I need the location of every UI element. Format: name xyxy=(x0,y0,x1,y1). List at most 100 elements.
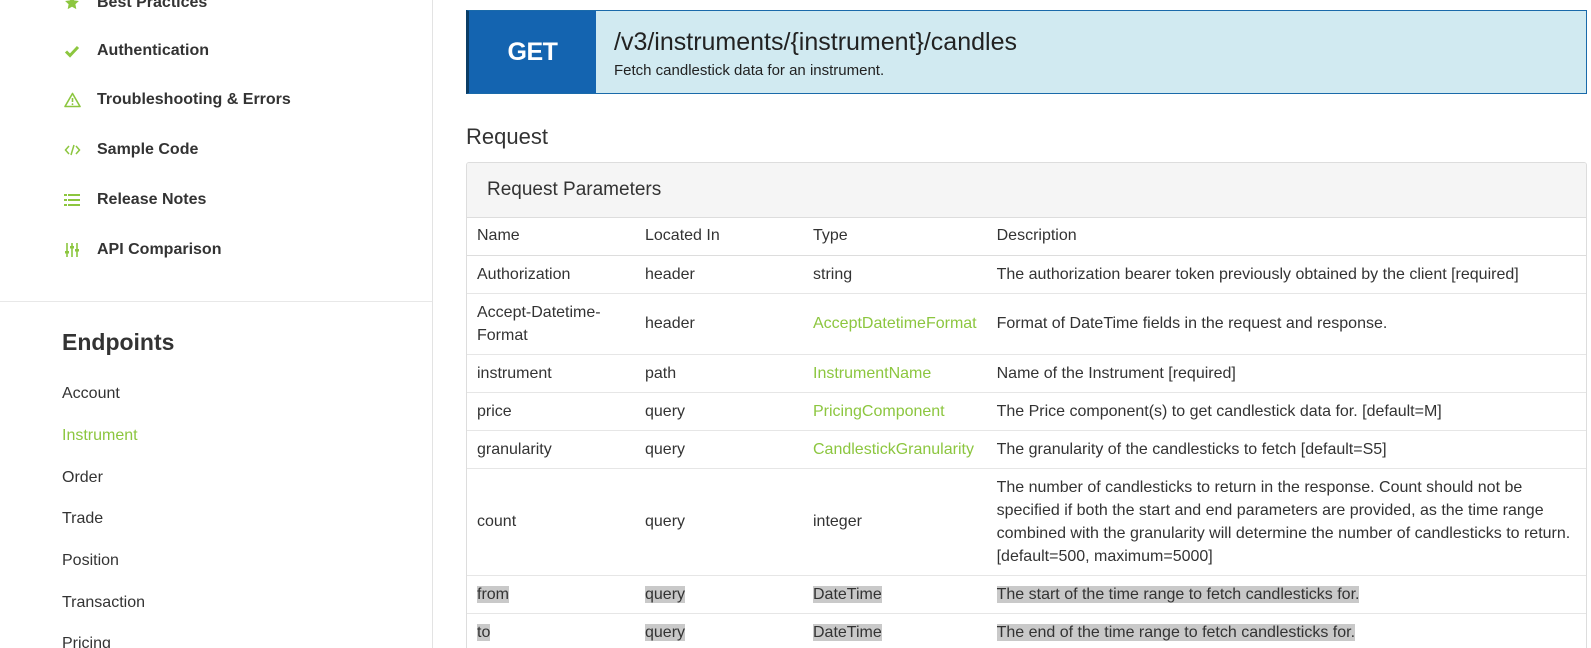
endpoint-link-pricing[interactable]: Pricing xyxy=(62,635,111,648)
endpoints-heading: Endpoints xyxy=(62,329,175,355)
table-row: count query integer The number of candlesti… xyxy=(467,467,1586,575)
endpoint-link-order[interactable]: Order xyxy=(62,469,103,487)
sidebar-divider xyxy=(0,301,432,302)
http-method-badge: GET xyxy=(469,11,596,93)
star-icon xyxy=(62,0,82,13)
parameter-description-cell: Name of the Instrument [required] xyxy=(986,353,1586,392)
nav-item-best-practices[interactable]: Best Practices xyxy=(62,0,207,15)
nav-item-authentication[interactable]: Authentication xyxy=(62,39,209,63)
nav-item-troubleshooting[interactable]: Troubleshooting & Errors xyxy=(62,88,291,112)
column-header: Type xyxy=(803,218,987,256)
endpoint-link-account[interactable]: Account xyxy=(62,385,120,403)
parameter-name: instrument xyxy=(477,364,552,382)
parameter-location: header xyxy=(645,265,695,283)
parameter-description-cell: The start of the time range to fetch can… xyxy=(986,574,1586,613)
parameter-type-cell: integer xyxy=(803,467,987,575)
parameter-description-cell: The authorization bearer token previousl… xyxy=(986,254,1586,293)
endpoint-description: Fetch candlestick data for an instrument… xyxy=(614,62,885,79)
table-row: to query DateTime The end of the time range… xyxy=(467,612,1586,648)
nav-item-api-comparison[interactable]: API Comparison xyxy=(62,238,221,262)
parameter-name: to xyxy=(477,623,491,641)
parameter-description: Name of the Instrument [required] xyxy=(996,364,1236,382)
parameter-name-cell: granularity xyxy=(467,429,635,468)
parameter-description: Format of DateTime fields in the request… xyxy=(996,315,1388,332)
parameter-description-cell: The Price component(s) to get candlestic… xyxy=(986,391,1586,430)
parameter-name: Accept-Datetime-Format xyxy=(477,303,601,344)
nav-item-label: Release Notes xyxy=(97,191,207,208)
nav-item-label: Sample Code xyxy=(97,141,199,158)
parameter-name-cell: from xyxy=(467,574,635,613)
parameter-location: query xyxy=(645,513,686,530)
parameter-name: price xyxy=(477,402,512,420)
parameter-description: The authorization bearer token previousl… xyxy=(996,265,1519,283)
table-row: granularity query CandlestickGranularity Th… xyxy=(467,429,1586,468)
code-icon xyxy=(62,140,82,160)
parameter-location: query xyxy=(645,402,686,420)
request-heading: Request xyxy=(466,124,548,149)
parameter-type: DateTime xyxy=(813,585,882,603)
parameter-type-cell: AcceptDatetimeFormat xyxy=(803,292,987,354)
table-row: price query PricingComponent The Price comp… xyxy=(467,391,1586,430)
parameter-description-cell: Format of DateTime fields in the request… xyxy=(986,292,1586,354)
parameter-description: The Price component(s) to get candlestic… xyxy=(996,402,1442,420)
parameter-location: header xyxy=(645,315,695,332)
parameter-type: string xyxy=(813,265,853,283)
list-icon xyxy=(62,190,82,210)
parameter-type-link[interactable]: InstrumentName xyxy=(813,365,931,382)
nav-item-sample-code[interactable]: Sample Code xyxy=(62,138,198,162)
nav-item-label: API Comparison xyxy=(97,241,222,258)
table-row: Accept-Datetime-Format header AcceptDateti… xyxy=(467,292,1586,354)
parameter-location-cell: query xyxy=(635,429,803,468)
parameter-description: The end of the time range to fetch candl… xyxy=(996,623,1356,641)
parameters-table: Name Located In Type Description Authori… xyxy=(467,218,1586,648)
parameter-name-cell: price xyxy=(467,391,635,430)
parameter-description: The start of the time range to fetch can… xyxy=(996,585,1360,603)
parameter-type-cell: DateTime xyxy=(803,612,987,648)
parameter-location: path xyxy=(645,364,677,382)
request-parameters-panel: Request Parameters Name Located In Type … xyxy=(466,162,1587,648)
parameter-name-cell: Accept-Datetime-Format xyxy=(467,292,635,354)
nav-item-label: Authentication xyxy=(97,42,209,59)
parameter-type-link[interactable]: PricingComponent xyxy=(813,403,945,420)
endpoint-path: /v3/instruments/{instrument}/candles xyxy=(614,28,1017,56)
parameter-description: The number of candlesticks to return in … xyxy=(996,478,1571,565)
parameter-description-cell: The number of candlesticks to return in … xyxy=(986,467,1586,575)
sidebar: Best Practices Authentication Troublesho… xyxy=(0,0,433,648)
column-header: Description xyxy=(986,218,1586,256)
parameter-type-cell: CandlestickGranularity xyxy=(803,429,987,468)
parameter-type-link[interactable]: AcceptDatetimeFormat xyxy=(813,315,977,332)
endpoint-link-transaction[interactable]: Transaction xyxy=(62,594,145,612)
parameter-location: query xyxy=(645,623,686,641)
table-header-row: Name Located In Type Description xyxy=(467,218,1586,256)
table-row: from query DateTime The start of the time r… xyxy=(467,574,1586,613)
parameter-name: from xyxy=(477,585,509,603)
panel-title: Request Parameters xyxy=(467,163,1586,218)
parameter-name: granularity xyxy=(477,440,552,458)
parameter-name-cell: to xyxy=(467,612,635,648)
endpoint-banner: GET /v3/instruments/{instrument}/candles… xyxy=(466,10,1587,94)
parameter-location-cell: query xyxy=(635,391,803,430)
column-header: Located In xyxy=(635,218,803,256)
parameter-location: query xyxy=(645,585,686,603)
check-icon xyxy=(62,41,82,61)
endpoint-link-trade[interactable]: Trade xyxy=(62,510,103,528)
parameter-description: The granularity of the candlesticks to f… xyxy=(996,440,1387,458)
nav-item-label: Troubleshooting & Errors xyxy=(97,91,291,108)
parameter-description-cell: The end of the time range to fetch candl… xyxy=(986,612,1586,648)
parameter-name: count xyxy=(477,513,517,530)
parameter-location: query xyxy=(645,440,686,458)
endpoint-link-instrument[interactable]: Instrument xyxy=(62,427,138,445)
parameter-type-link[interactable]: CandlestickGranularity xyxy=(813,441,974,458)
nav-item-release-notes[interactable]: Release Notes xyxy=(62,188,206,212)
sliders-icon xyxy=(62,240,82,260)
endpoint-link-position[interactable]: Position xyxy=(62,552,119,570)
parameter-location-cell: header xyxy=(635,292,803,354)
parameter-location-cell: query xyxy=(635,574,803,613)
parameter-type-cell: string xyxy=(803,254,987,293)
endpoint-summary: /v3/instruments/{instrument}/candles Fet… xyxy=(596,11,1017,93)
parameter-name-cell: instrument xyxy=(467,353,635,392)
warning-icon xyxy=(62,90,82,110)
parameter-name: Authorization xyxy=(477,265,571,283)
nav-item-label: Best Practices xyxy=(97,0,208,11)
table-row: instrument path InstrumentName Name of the … xyxy=(467,353,1586,392)
